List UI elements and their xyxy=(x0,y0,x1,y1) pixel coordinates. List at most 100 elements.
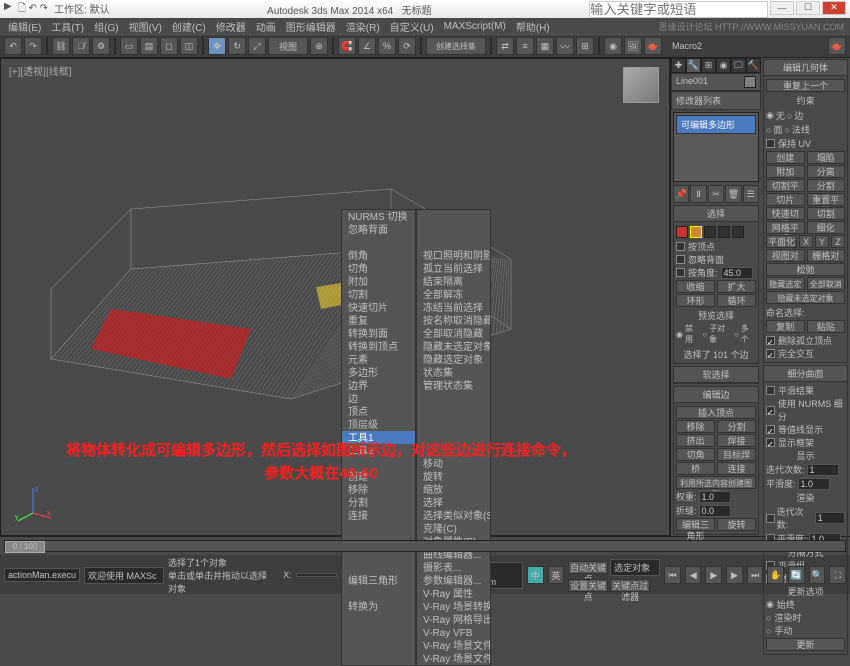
percent-snap-icon[interactable]: % xyxy=(378,37,396,55)
ctx-item[interactable]: 多边形 xyxy=(342,366,415,379)
hide-unsel-button[interactable]: 隐藏未选定对象 xyxy=(766,291,845,304)
ctx-item[interactable]: 全部解冻 xyxy=(417,288,490,301)
by-angle-check[interactable] xyxy=(676,268,685,277)
setkey-button[interactable]: 设置关键点 xyxy=(568,579,608,592)
ctx-item[interactable]: 切角 xyxy=(342,262,415,275)
scale-icon[interactable]: ⤢ xyxy=(248,37,266,55)
msmooth-button[interactable]: 网格平滑 xyxy=(766,221,805,234)
display-tab[interactable]: 🖵 xyxy=(731,58,746,73)
curve-editor-icon[interactable]: 〰 xyxy=(556,37,574,55)
subobj-element[interactable] xyxy=(732,226,744,238)
ime-lang1[interactable]: 中 xyxy=(527,566,544,584)
nav-max-icon[interactable]: ⛶ xyxy=(829,566,846,584)
ctx-item[interactable]: 分割 xyxy=(342,496,415,509)
ctx-item[interactable] xyxy=(417,236,490,249)
menu-item[interactable]: 自定义(U) xyxy=(390,19,434,34)
show-end-icon[interactable]: Ⅱ xyxy=(690,185,706,203)
ignore-backface-check[interactable] xyxy=(676,255,685,264)
menu-item[interactable]: 动画 xyxy=(256,19,276,34)
snap-icon[interactable]: 🧲 xyxy=(338,37,356,55)
ime-lang2[interactable]: 英 xyxy=(548,566,565,584)
stack-item-epoly[interactable]: 可编辑多边形 xyxy=(676,115,756,134)
render-setup-icon[interactable]: 🖼 xyxy=(624,37,642,55)
subobj-vertex[interactable] xyxy=(676,226,688,238)
ctx-item[interactable]: 参数编辑器... xyxy=(417,574,490,587)
remove-mod-icon[interactable]: 🗑 xyxy=(725,185,741,203)
ctx-item[interactable] xyxy=(342,236,415,249)
viewcube[interactable] xyxy=(623,67,659,103)
subobj-poly[interactable] xyxy=(718,226,730,238)
ctx-item[interactable] xyxy=(342,522,415,535)
ctx-item[interactable] xyxy=(342,561,415,574)
layers-icon[interactable]: ▦ xyxy=(536,37,554,55)
ctx-item[interactable]: 管理状态集 xyxy=(417,379,490,392)
ctx-item[interactable]: 按名称取消隐藏 xyxy=(417,314,490,327)
ctx-item[interactable]: 摄影表... xyxy=(417,561,490,574)
ctx-item[interactable]: 状态集 xyxy=(417,366,490,379)
ctx-item[interactable]: 隐藏未选定对象 xyxy=(417,340,490,353)
loop-button[interactable]: 循环 xyxy=(717,294,756,307)
object-name-field[interactable]: Line001 xyxy=(676,76,744,88)
edit-tri-button[interactable]: 编辑三角形 xyxy=(676,518,715,531)
ctx-item[interactable] xyxy=(417,392,490,405)
window-cross-icon[interactable]: ◫ xyxy=(180,37,198,55)
connect-button[interactable]: 连接 xyxy=(717,462,756,475)
insert-vertex-button[interactable]: 插入顶点 xyxy=(676,406,756,419)
cut-button[interactable]: 切割 xyxy=(807,207,846,220)
script-field[interactable]: actionMan.execu xyxy=(4,568,80,582)
ctx-item[interactable]: V-Ray 场景转换器 xyxy=(417,600,490,613)
ctx-item[interactable]: 转换为 xyxy=(342,600,415,613)
split2-button[interactable]: 分割 xyxy=(807,179,846,192)
autokey-button[interactable]: 自动关键点 xyxy=(568,561,608,574)
ctx-item[interactable]: 结束隔离 xyxy=(417,275,490,288)
ctx-item[interactable]: 切割 xyxy=(342,288,415,301)
play-end-icon[interactable]: ⏭ xyxy=(747,566,764,584)
ctx-item[interactable]: 忽略背面 xyxy=(342,223,415,236)
modifier-list[interactable]: 修改器列表 xyxy=(671,91,761,110)
ctx-item[interactable] xyxy=(417,210,490,223)
ctx-item[interactable]: V-Ray 网格导出 xyxy=(417,613,490,626)
ctx-item[interactable]: 选择类似对象(S) xyxy=(417,509,490,522)
slice-plane-button[interactable]: 切割平面 xyxy=(766,179,805,192)
create-tab[interactable]: ✚ xyxy=(671,58,686,73)
select-rect-icon[interactable]: ◻ xyxy=(160,37,178,55)
viewport-label[interactable]: [+][透视][线框] xyxy=(9,63,72,78)
del-iso-check[interactable] xyxy=(766,336,775,345)
subobj-edge[interactable] xyxy=(690,226,702,238)
time-slider[interactable]: 0 / 100 xyxy=(4,540,846,552)
remove-button[interactable]: 移除 xyxy=(676,420,715,433)
schematic-icon[interactable]: ⊞ xyxy=(576,37,594,55)
ctx-item[interactable]: V-Ray VFB xyxy=(417,626,490,639)
repeat-button[interactable]: 重复上一个 xyxy=(766,79,845,92)
weld-button[interactable]: 焊接 xyxy=(717,434,756,447)
spinner-snap-icon[interactable]: ⟳ xyxy=(398,37,416,55)
relax-button[interactable]: 松弛 xyxy=(766,263,845,276)
workspace-label[interactable]: 工作区: 默认 xyxy=(54,1,110,18)
ctx-item[interactable]: 倒角 xyxy=(342,249,415,262)
ctx-item[interactable]: 冻结当前选择 xyxy=(417,301,490,314)
unique-icon[interactable]: ✂ xyxy=(708,185,724,203)
view-align-button[interactable]: 视图对齐 xyxy=(766,249,805,262)
nav-zoom-icon[interactable]: 🔍 xyxy=(809,566,826,584)
bridge-button[interactable]: 桥 xyxy=(676,462,715,475)
ctx-item[interactable]: 重复 xyxy=(342,314,415,327)
ring-button[interactable]: 环形 xyxy=(676,294,715,307)
configure-icon[interactable]: ☰ xyxy=(743,185,759,203)
attach-button[interactable]: 附加 xyxy=(766,165,805,178)
nurms-check[interactable] xyxy=(766,406,775,415)
menu-item[interactable]: 视图(V) xyxy=(129,19,162,34)
planar-button[interactable]: 平面化 xyxy=(766,235,797,248)
x-coord[interactable] xyxy=(296,573,337,577)
teapot-icon[interactable]: 🫖 xyxy=(828,37,846,55)
link-icon[interactable]: ⛓ xyxy=(52,37,70,55)
play-next-icon[interactable]: ▶ xyxy=(726,566,743,584)
collapse-button[interactable]: 塌陷 xyxy=(807,151,846,164)
mirror-icon[interactable]: ⇄ xyxy=(496,37,514,55)
ctx-item[interactable]: 克隆(C) xyxy=(417,522,490,535)
ctx-item[interactable] xyxy=(417,418,490,431)
extrude-button[interactable]: 挤出 xyxy=(676,434,715,447)
split-button[interactable]: 分割 xyxy=(717,420,756,433)
turn-button[interactable]: 旋转 xyxy=(717,518,756,531)
tess-button[interactable]: 细化 xyxy=(807,221,846,234)
bind-icon[interactable]: ⚙ xyxy=(92,37,110,55)
